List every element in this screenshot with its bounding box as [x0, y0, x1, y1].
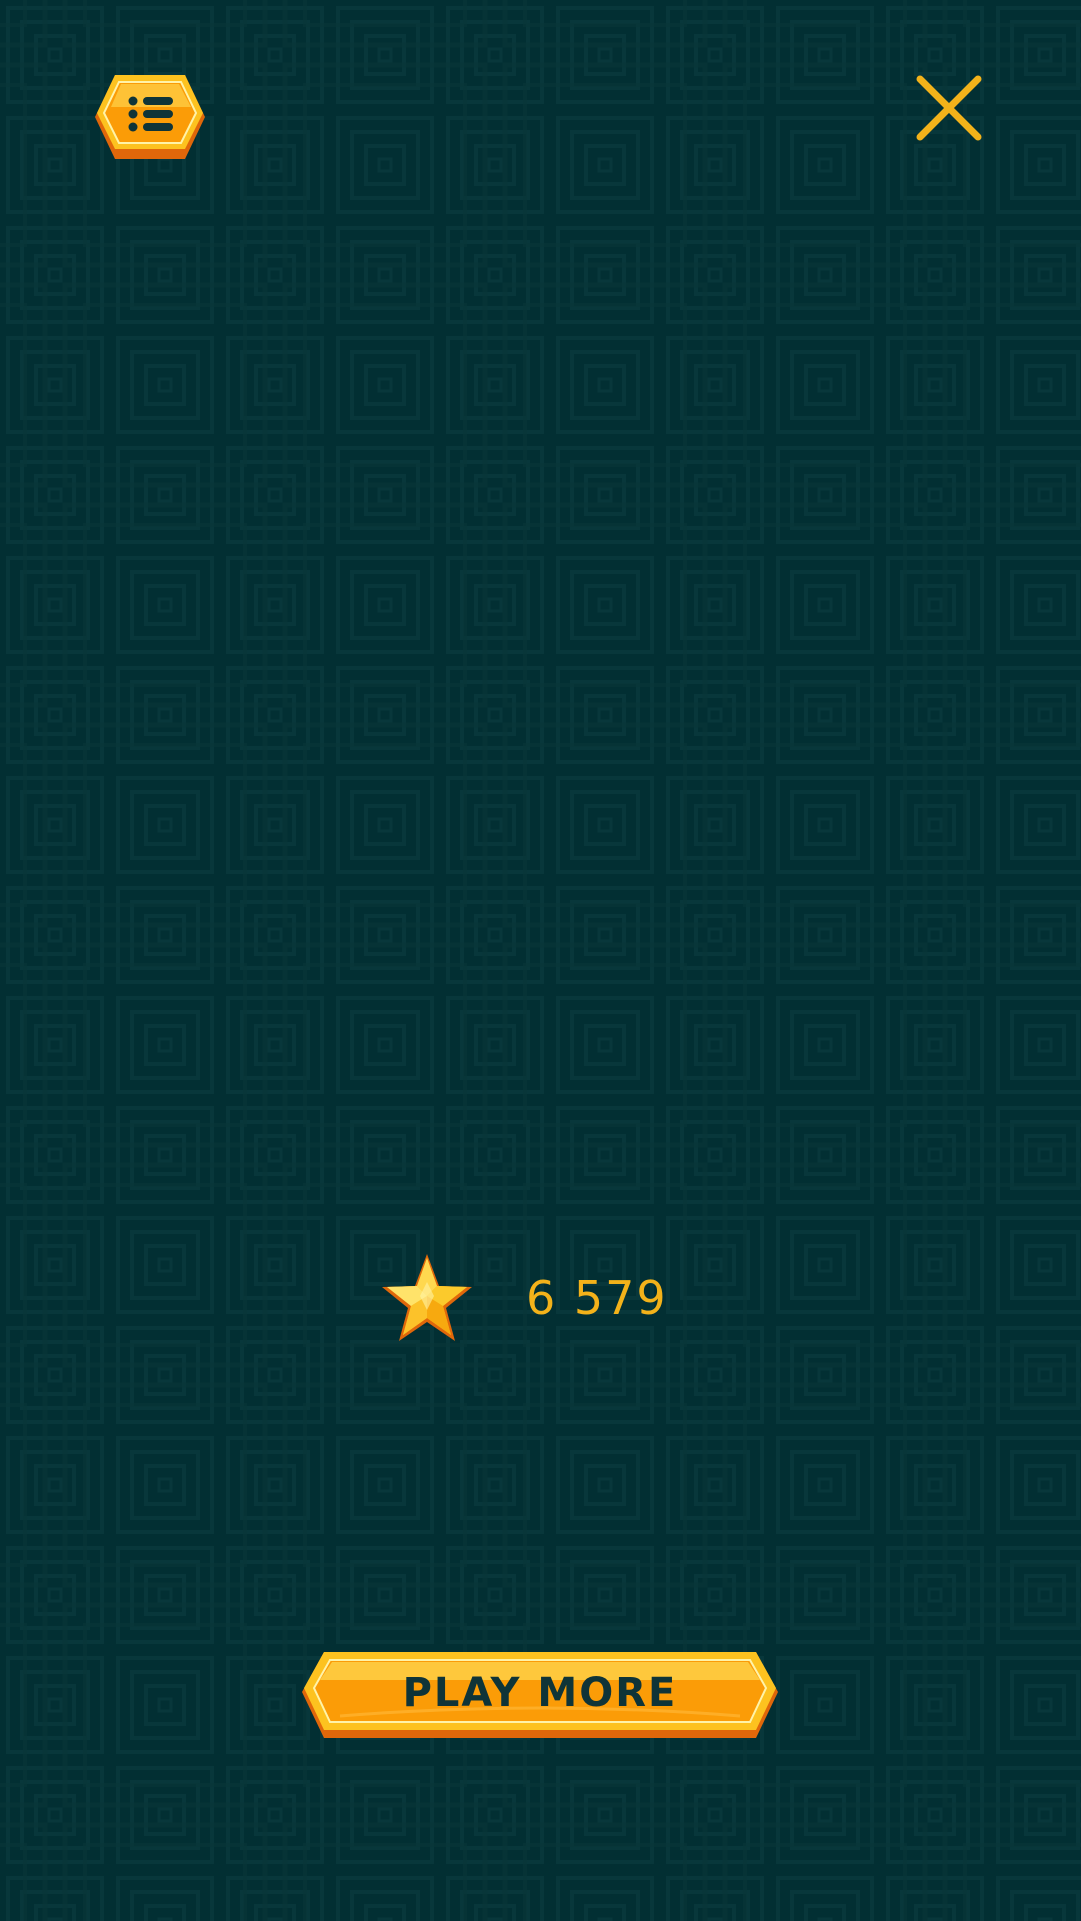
score-display: 6 579	[380, 1250, 700, 1346]
menu-button[interactable]	[93, 73, 207, 161]
score-value: 6 579	[526, 1271, 668, 1325]
close-button[interactable]	[912, 73, 984, 145]
game-screen: 6 579 PLAY MORE	[0, 0, 1081, 1921]
close-icon	[916, 75, 982, 141]
play-more-button[interactable]: PLAY MORE	[300, 1650, 780, 1740]
star-icon	[380, 1252, 474, 1344]
list-icon	[128, 96, 173, 132]
background-pattern	[0, 0, 1081, 1921]
play-more-label: PLAY MORE	[402, 1670, 678, 1716]
